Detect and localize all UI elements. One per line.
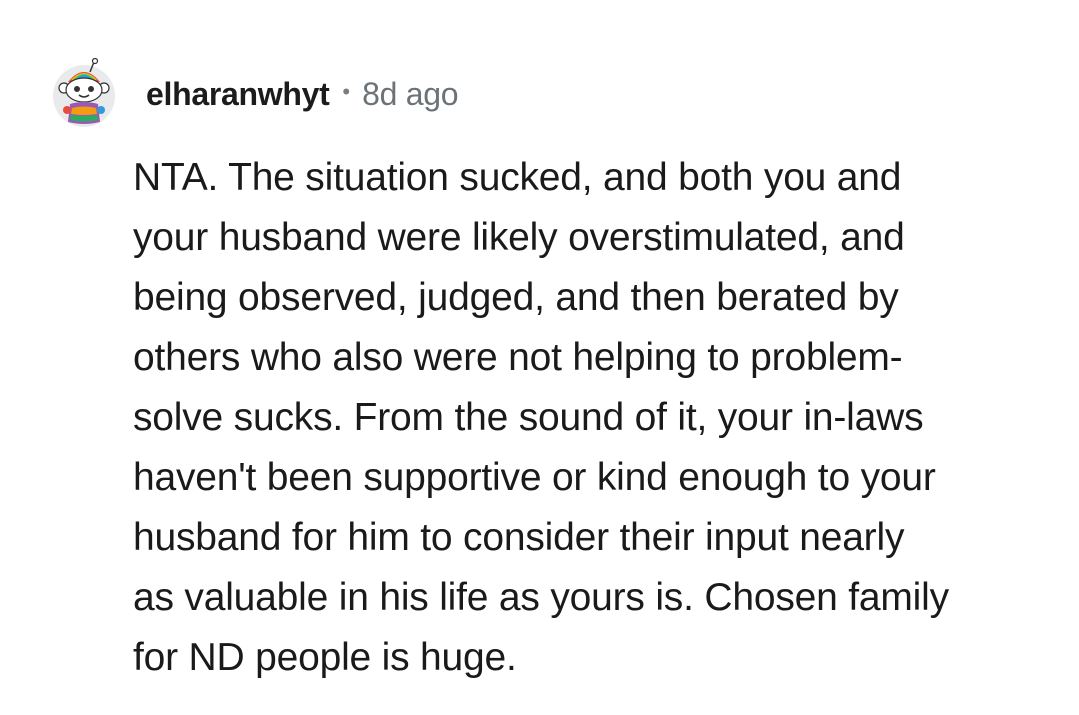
username-link[interactable]: elharanwhyt	[146, 76, 330, 113]
comment-header: elharanwhyt • 8d ago	[146, 72, 459, 116]
user-avatar-icon[interactable]	[50, 57, 118, 128]
comment-body-line: solve sucks. From the sound of it, your …	[133, 396, 924, 439]
comment-timestamp: 8d ago	[362, 75, 459, 112]
separator-dot: •	[342, 79, 351, 104]
comment-body-line: as valuable in his life as yours is. Cho…	[133, 576, 949, 619]
comment-body-line: husband for him to consider their input …	[133, 516, 905, 559]
comment-body-line: being observed, judged, and then berated…	[133, 276, 899, 319]
comment-body-line: NTA. The situation sucked, and both you …	[133, 156, 902, 199]
comment-body: NTA. The situation sucked, and both you …	[133, 148, 1033, 688]
comment-body-line: your husband were likely overstimulated,…	[133, 216, 905, 259]
comment-body-line: for ND people is huge.	[133, 636, 517, 679]
comment: elharanwhyt • 8d ago NTA. The situation …	[0, 0, 1079, 715]
comment-body-line: haven't been supportive or kind enough t…	[133, 456, 936, 499]
comment-body-line: others who also were not helping to prob…	[133, 336, 903, 379]
